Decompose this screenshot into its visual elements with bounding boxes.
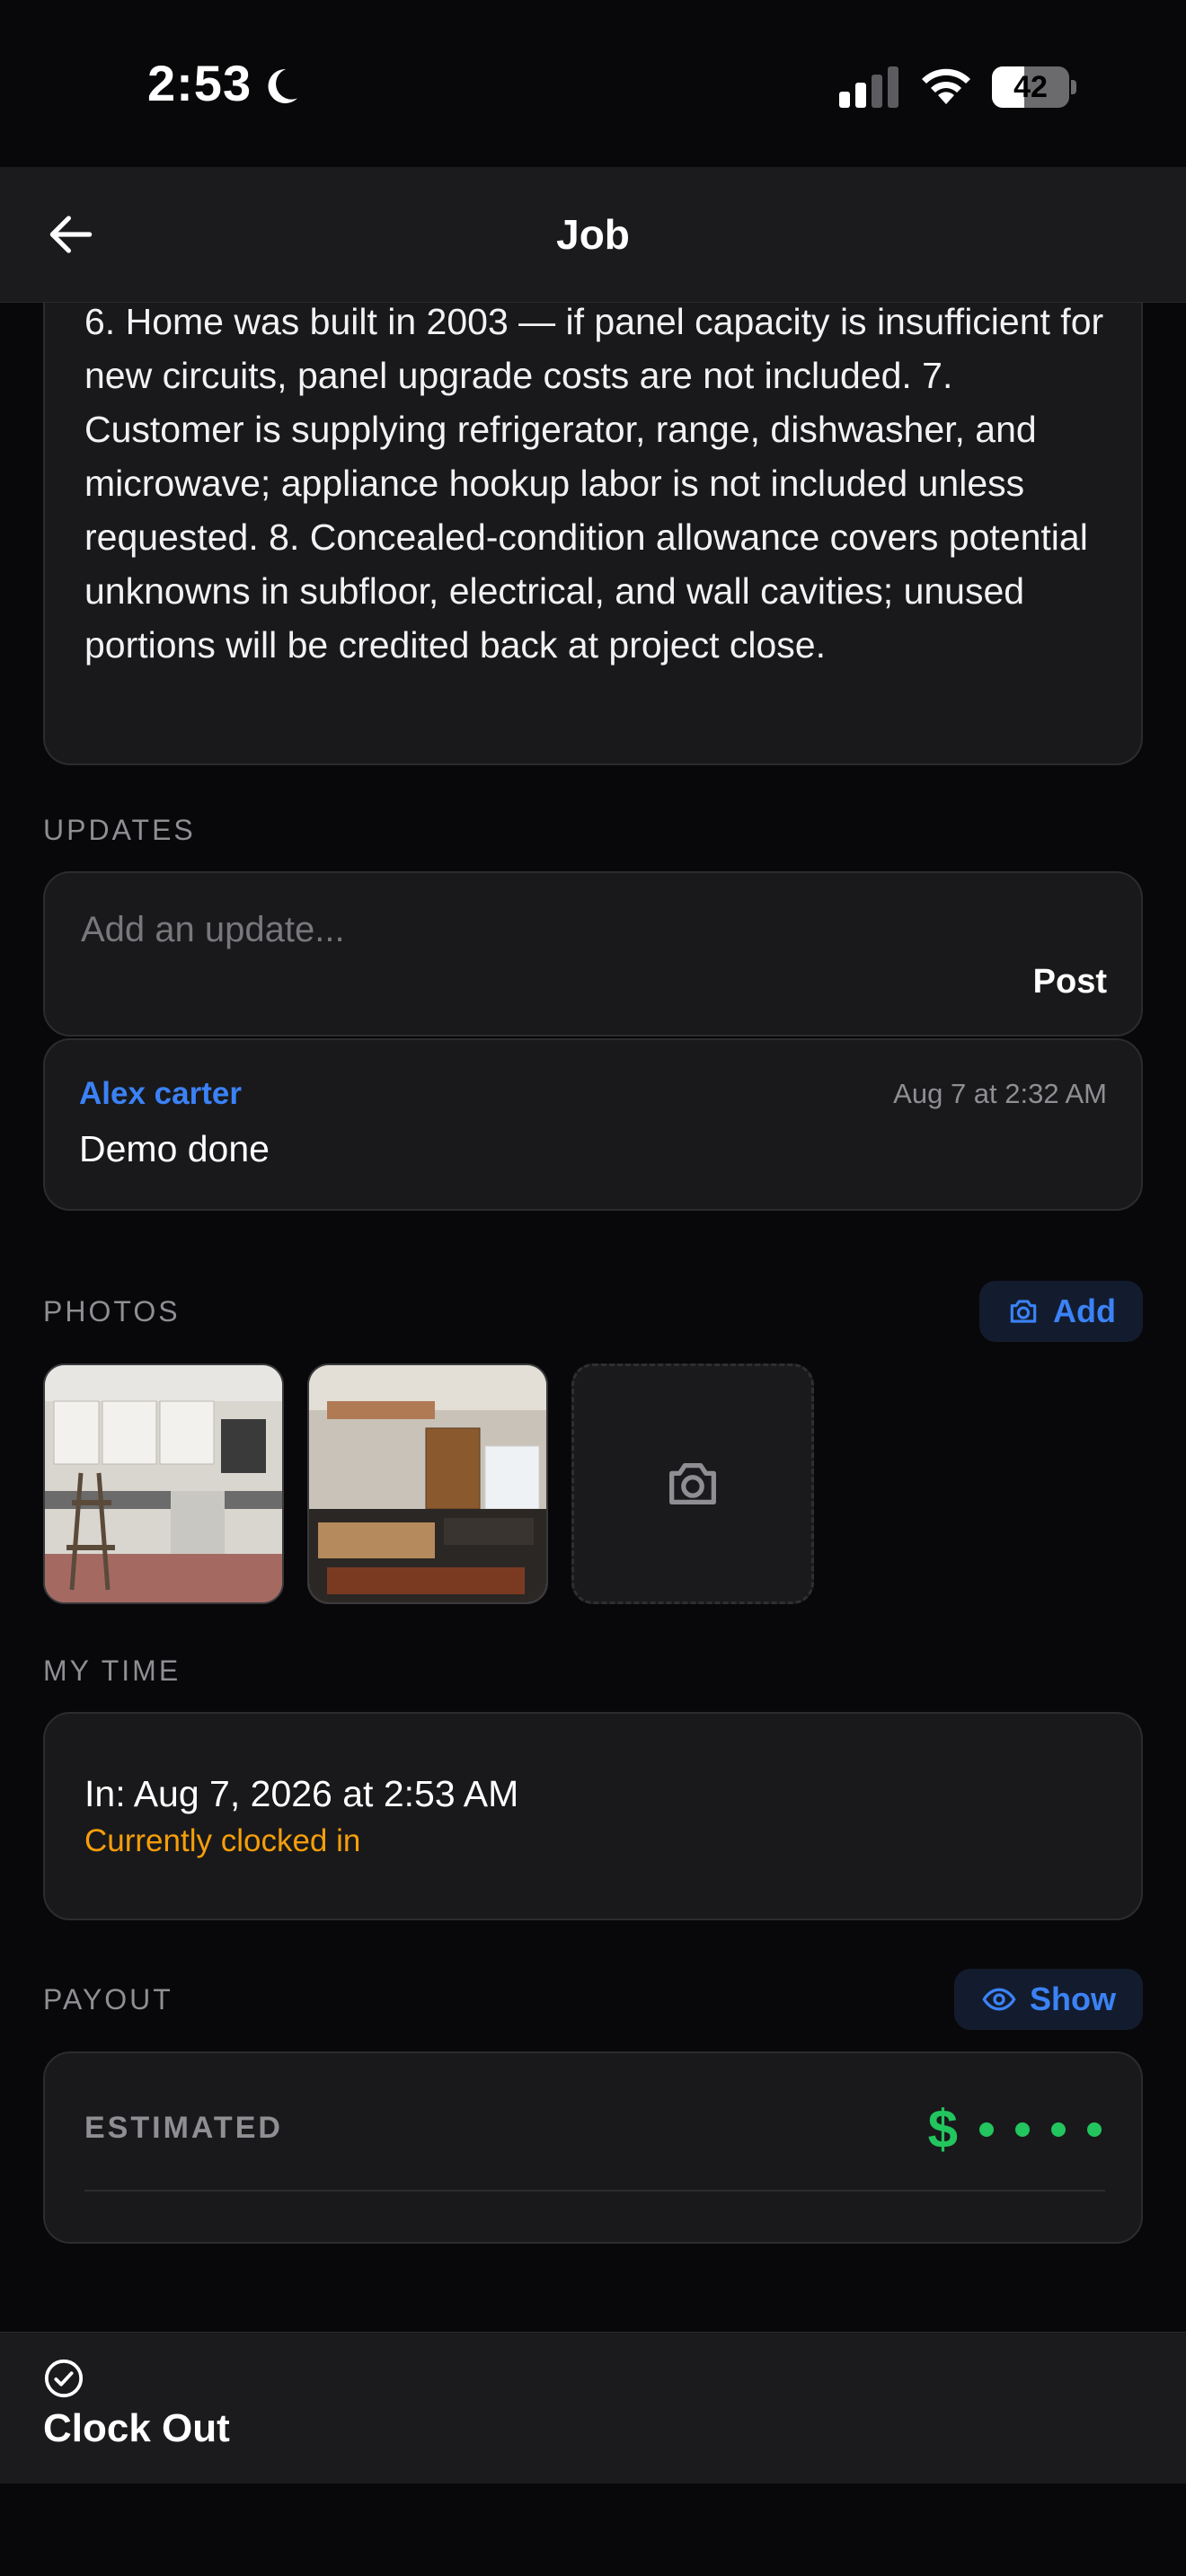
mask-dot (979, 2122, 994, 2137)
battery-tip (1071, 80, 1076, 94)
wifi-icon (922, 68, 970, 104)
payout-card: ESTIMATED $ (43, 2051, 1143, 2244)
add-photo-label: Add (1053, 1292, 1116, 1329)
back-button[interactable] (43, 207, 99, 262)
add-photo-tile[interactable] (571, 1363, 814, 1604)
payout-section-label: PAYOUT (43, 1983, 173, 2016)
page-title: Job (556, 211, 630, 258)
photo-kitchen-cabinets-image (309, 1365, 546, 1602)
camera-icon (669, 1462, 716, 1505)
updates-section-label: UPDATES (43, 814, 196, 846)
update-input[interactable] (79, 902, 981, 957)
payout-value-hidden: $ (928, 2098, 1102, 2160)
mask-dot (1051, 2122, 1066, 2137)
update-composer: Post (43, 871, 1143, 1037)
battery-icon: 42 (992, 66, 1078, 108)
battery-percentage: 42 (1013, 70, 1048, 104)
update-body: Demo done (79, 1128, 270, 1169)
photo-thumbnail[interactable] (43, 1363, 284, 1604)
clock-in-time: In: Aug 7, 2026 at 2:53 AM (84, 1773, 519, 1814)
battery-body: 42 (992, 66, 1069, 108)
clock-out-label: Clock Out (43, 2406, 230, 2450)
estimated-label: ESTIMATED (84, 2111, 283, 2145)
photo-kitchen-demo-image (45, 1365, 282, 1602)
mask-dot (1015, 2122, 1030, 2137)
photos-section-label: PHOTOS (43, 1295, 181, 1328)
bottom-action-bar: Clock Out (0, 2332, 1186, 2483)
photo-thumbnail[interactable] (307, 1363, 548, 1604)
check-circle-icon (44, 2359, 84, 2398)
moon-icon (268, 68, 297, 103)
status-bar: 2:53 42 (0, 0, 1186, 167)
my-time-section-label: MY TIME (43, 1654, 181, 1687)
time-card: In: Aug 7, 2026 at 2:53 AM Currently clo… (43, 1712, 1143, 1920)
mask-dot (1087, 2122, 1102, 2137)
job-notes-text: 6. Home was built in 2003 — if panel cap… (84, 301, 1104, 666)
post-button[interactable]: Post (1033, 963, 1107, 1001)
divider (84, 2190, 1105, 2192)
nav-bar: Job (0, 167, 1186, 303)
update-item: Alex carter Aug 7 at 2:32 AM Demo done (43, 1038, 1143, 1211)
update-timestamp: Aug 7 at 2:32 AM (893, 1078, 1107, 1109)
signal-icon (839, 66, 898, 108)
clock-status: Currently clocked in (84, 1823, 361, 1858)
camera-icon (1010, 1300, 1037, 1323)
status-time: 2:53 (147, 55, 252, 111)
eye-icon (982, 1988, 1016, 2011)
add-photo-button[interactable]: Add (979, 1281, 1143, 1342)
currency-symbol: $ (927, 2099, 958, 2159)
clock-out-button[interactable]: Clock Out (43, 2358, 403, 2466)
update-author[interactable]: Alex carter (79, 1076, 242, 1112)
show-payout-label: Show (1030, 1981, 1116, 2017)
show-payout-button[interactable]: Show (954, 1969, 1143, 2030)
